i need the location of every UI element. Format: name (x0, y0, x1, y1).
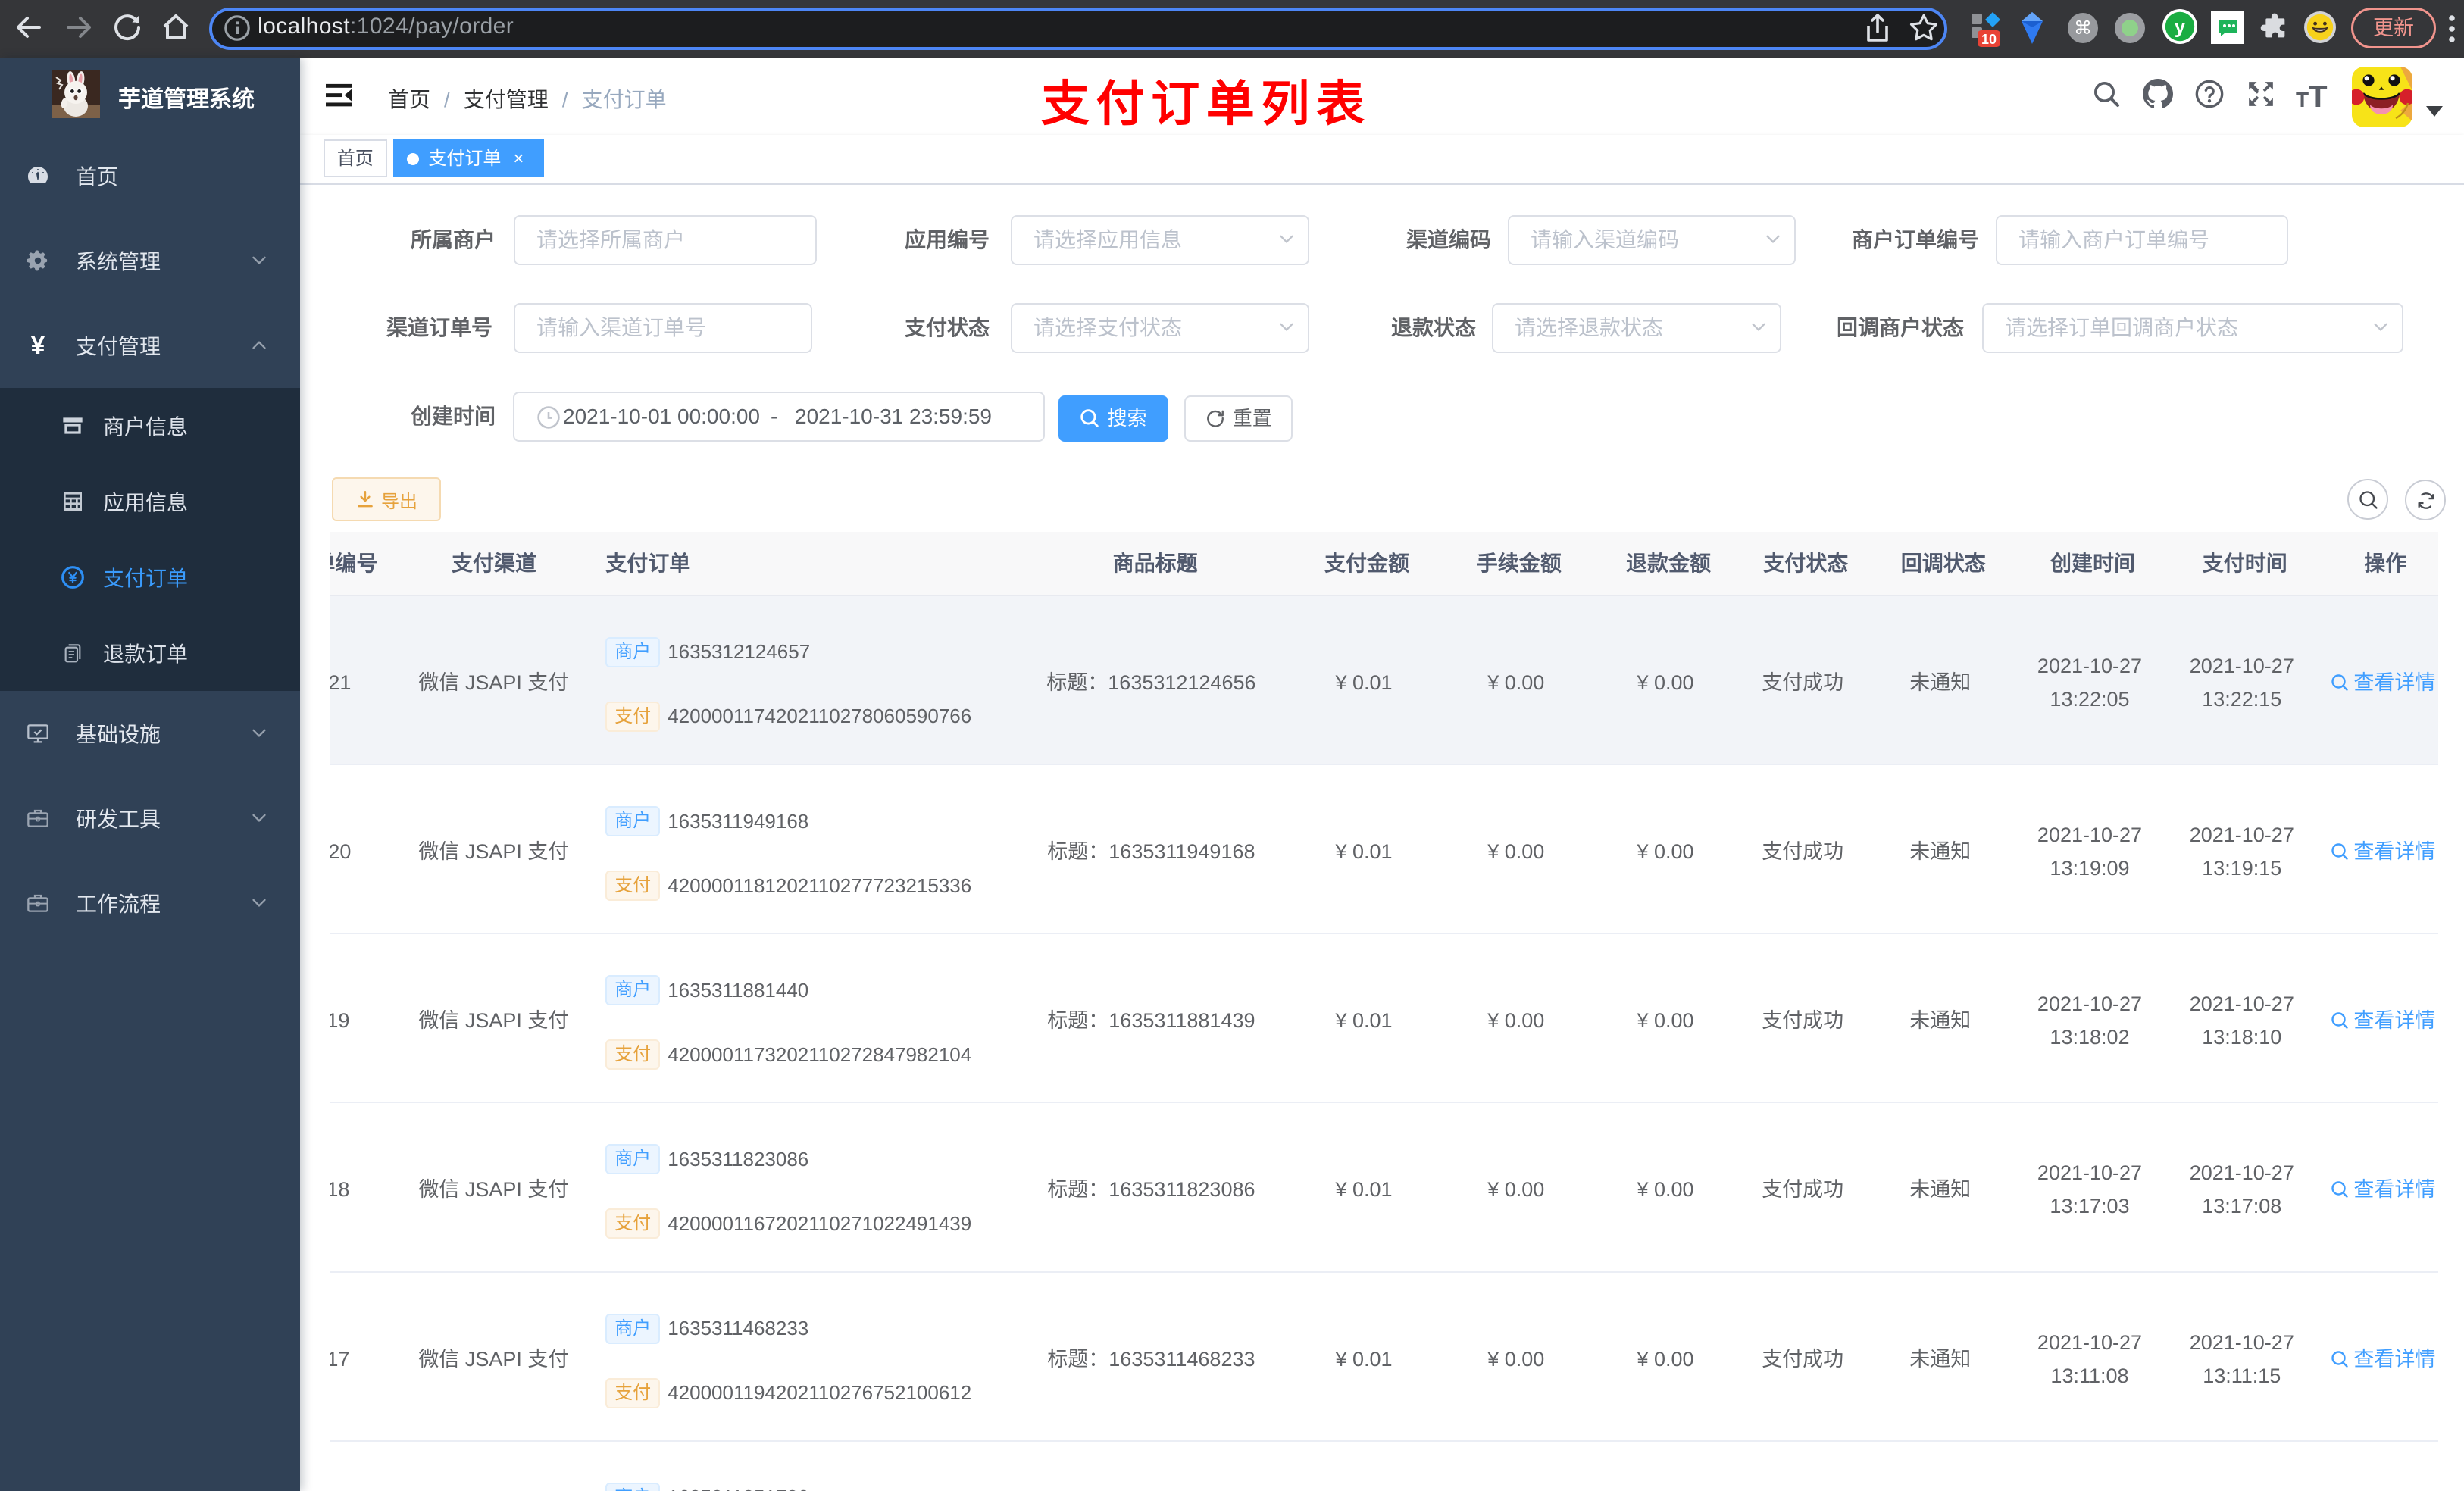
svg-text:y: y (2175, 15, 2186, 38)
svg-text:⌘: ⌘ (2074, 18, 2092, 39)
svg-text:10: 10 (1981, 32, 1997, 47)
